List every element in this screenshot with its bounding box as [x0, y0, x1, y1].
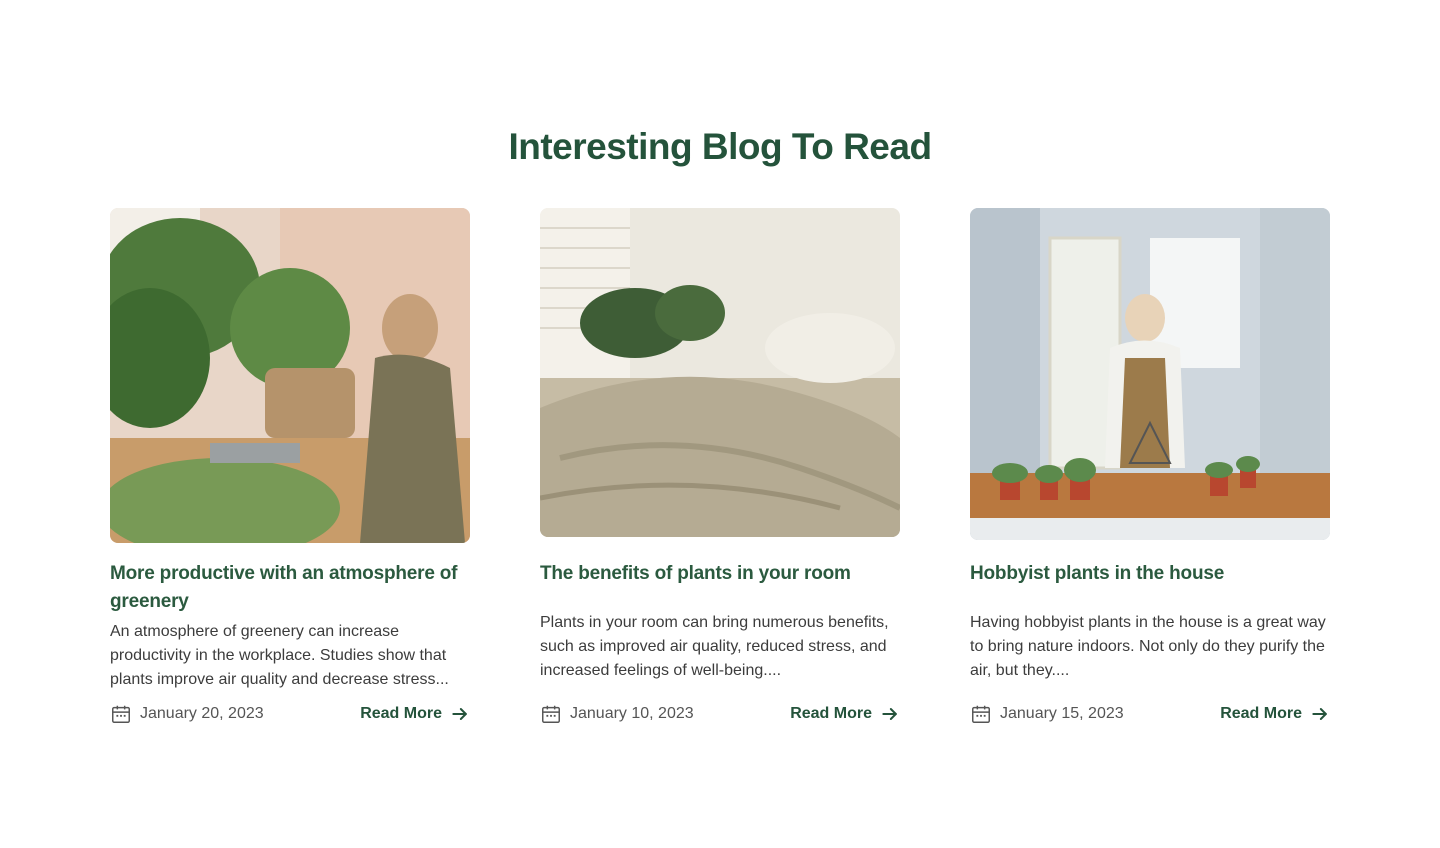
- blog-card-title[interactable]: The benefits of plants in your room: [540, 560, 900, 588]
- arrow-right-icon: [1312, 708, 1327, 720]
- post-date: January 10, 2023: [540, 703, 694, 725]
- read-more-link[interactable]: Read More: [790, 704, 900, 724]
- blog-card-footer: January 15, 2023 Read More: [970, 702, 1330, 726]
- post-date: January 15, 2023: [970, 703, 1124, 725]
- post-date: January 20, 2023: [110, 703, 264, 725]
- blog-card: More productive with an atmosphere of gr…: [110, 208, 470, 723]
- blog-card-excerpt: Plants in your room can bring numerous b…: [540, 614, 889, 679]
- blog-card: Hobbyist plants in the house Having hobb…: [970, 208, 1330, 723]
- post-date-text: January 20, 2023: [140, 705, 264, 722]
- blog-card-title[interactable]: Hobbyist plants in the house: [970, 560, 1330, 588]
- blog-card-image[interactable]: [970, 208, 1330, 540]
- post-date-text: January 10, 2023: [570, 705, 694, 722]
- section-title: Interesting Blog To Read: [508, 126, 932, 167]
- read-more-label: Read More: [790, 705, 872, 722]
- calendar-icon: [542, 705, 560, 723]
- calendar-icon: [112, 705, 130, 723]
- read-more-label: Read More: [1220, 705, 1302, 722]
- arrow-right-icon: [452, 708, 467, 720]
- blog-card: The benefits of plants in your room Plan…: [540, 208, 900, 723]
- blog-card-image[interactable]: [540, 208, 900, 537]
- arrow-right-icon: [882, 708, 897, 720]
- read-more-link[interactable]: Read More: [360, 704, 470, 724]
- calendar-icon: [972, 705, 990, 723]
- read-more-label: Read More: [360, 705, 442, 722]
- post-date-text: January 15, 2023: [1000, 705, 1124, 722]
- blog-card-title[interactable]: More productive with an atmosphere of gr…: [110, 560, 470, 616]
- blog-card-image[interactable]: [110, 208, 470, 543]
- blog-card-footer: January 10, 2023 Read More: [540, 702, 900, 726]
- blog-card-excerpt: An atmosphere of greenery can increase p…: [110, 623, 449, 688]
- blog-card-footer: January 20, 2023 Read More: [110, 702, 470, 726]
- read-more-link[interactable]: Read More: [1220, 704, 1330, 724]
- blog-card-excerpt: Having hobbyist plants in the house is a…: [970, 614, 1326, 679]
